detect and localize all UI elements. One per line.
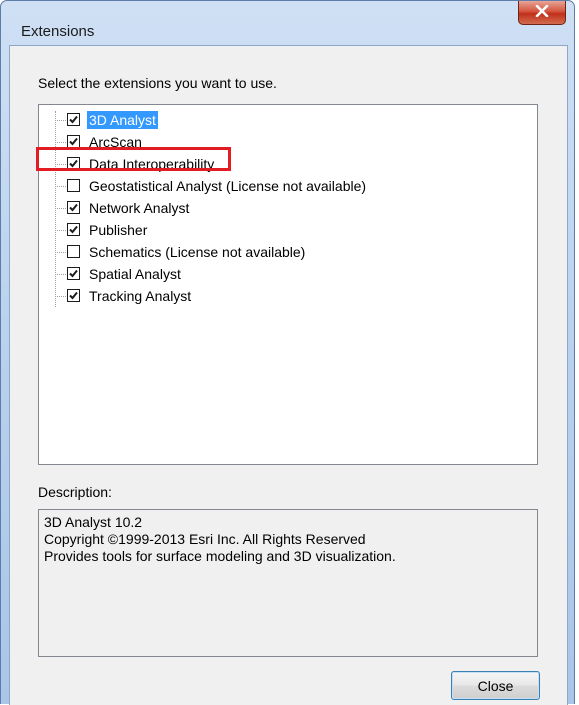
extension-checkbox[interactable] xyxy=(67,201,80,214)
checkmark-icon xyxy=(69,269,78,278)
title-bar[interactable]: Extensions xyxy=(1,1,574,45)
close-icon xyxy=(535,4,549,22)
extension-label: Spatial Analyst xyxy=(89,266,181,282)
tree-connector xyxy=(55,230,66,231)
tree-connector xyxy=(55,274,66,275)
annotation-highlight-box xyxy=(36,147,231,171)
tree-connector xyxy=(55,252,66,253)
extension-item[interactable]: Schematics (License not available) xyxy=(55,242,475,262)
extension-label: Schematics (License not available) xyxy=(89,244,306,260)
extension-checkbox[interactable] xyxy=(67,289,80,302)
description-line: Provides tools for surface modeling and … xyxy=(44,548,396,564)
extension-label: Publisher xyxy=(89,222,148,238)
description-caption: Description: xyxy=(38,484,112,500)
description-line: 3D Analyst 10.2 xyxy=(44,514,143,530)
tree-connector xyxy=(55,120,66,121)
extensions-dialog: Extensions Select the extensions you wan… xyxy=(0,0,575,705)
checkmark-icon xyxy=(69,291,78,300)
extension-item[interactable]: 3D Analyst xyxy=(55,110,475,130)
extension-item[interactable]: Publisher xyxy=(55,220,475,240)
extension-item[interactable]: Geostatistical Analyst (License not avai… xyxy=(55,176,475,196)
extension-label: Tracking Analyst xyxy=(89,288,192,304)
extension-label: Network Analyst xyxy=(89,200,190,216)
dialog-body: Select the extensions you want to use. 3… xyxy=(9,45,568,705)
window-title: Extensions xyxy=(21,23,95,40)
extension-label: Geostatistical Analyst (License not avai… xyxy=(89,178,367,194)
tree-connector xyxy=(55,208,66,209)
extension-item[interactable]: Tracking Analyst xyxy=(55,286,475,306)
extension-label: 3D Analyst xyxy=(87,111,158,129)
checkmark-icon xyxy=(69,115,78,124)
description-line: Copyright ©1999-2013 Esri Inc. All Right… xyxy=(44,531,366,547)
extension-checkbox[interactable] xyxy=(67,267,80,280)
checkmark-icon xyxy=(69,137,78,146)
instructions-label: Select the extensions you want to use. xyxy=(38,75,277,91)
extension-item[interactable]: Spatial Analyst xyxy=(55,264,475,284)
tree-connector xyxy=(55,142,66,143)
close-button[interactable]: Close xyxy=(451,671,540,700)
window-close-button[interactable] xyxy=(518,1,566,25)
extension-item[interactable]: Network Analyst xyxy=(55,198,475,218)
tree-connector xyxy=(55,296,66,297)
extension-checkbox[interactable] xyxy=(67,245,80,258)
description-text-box[interactable]: 3D Analyst 10.2 Copyright ©1999-2013 Esr… xyxy=(38,509,538,657)
extension-checkbox[interactable] xyxy=(67,113,80,126)
extension-checkbox[interactable] xyxy=(67,223,80,236)
checkmark-icon xyxy=(69,225,78,234)
checkmark-icon xyxy=(69,203,78,212)
tree-connector xyxy=(55,186,66,187)
extension-checkbox[interactable] xyxy=(67,179,80,192)
